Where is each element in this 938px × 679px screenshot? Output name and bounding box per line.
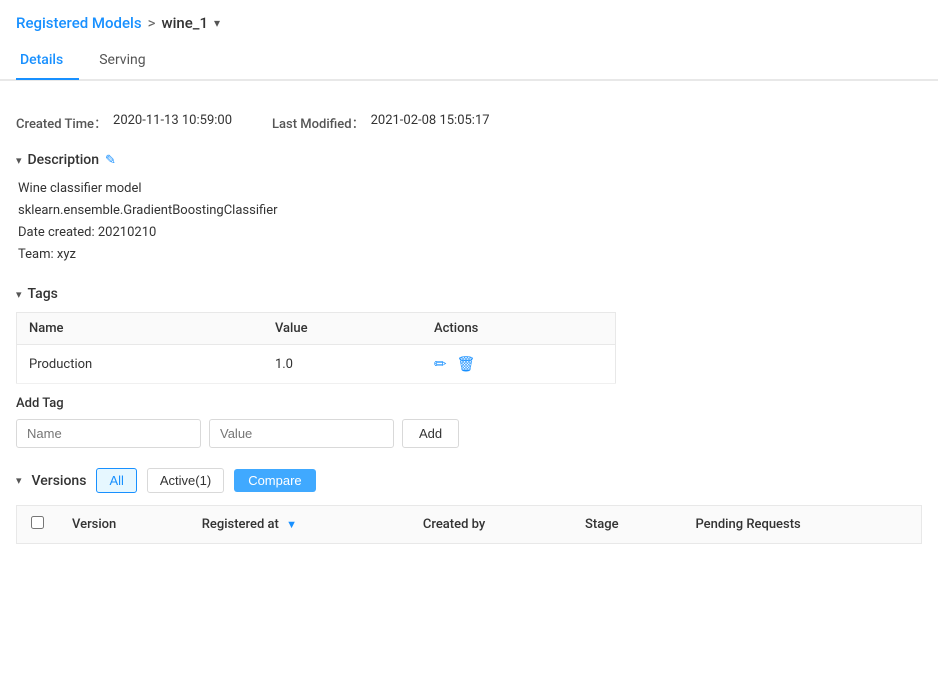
tab-serving[interactable]: Serving: [95, 44, 161, 80]
description-line-1: Wine classifier model: [18, 178, 922, 200]
breadcrumb-parent-link[interactable]: Registered Models: [16, 14, 142, 32]
description-line-4: Team: xyz: [18, 244, 922, 266]
created-time: Created Time： 2020-11-13 10:59:00: [16, 113, 232, 132]
add-tag-label: Add Tag: [16, 396, 922, 411]
header: Registered Models > wine_1 ▾: [0, 0, 938, 32]
modified-value: 2021-02-08 15:05:17: [371, 113, 490, 132]
versions-table: Version Registered at ▼ Created by Stage…: [16, 505, 922, 544]
tags-title: Tags: [28, 286, 58, 302]
description-content: Wine classifier model sklearn.ensemble.G…: [18, 178, 922, 266]
description-title: Description: [28, 152, 100, 168]
tag-value-input[interactable]: [209, 419, 394, 448]
created-value: 2020-11-13 10:59:00: [113, 113, 232, 132]
tags-col-value: Value: [263, 313, 422, 345]
created-label: Created Time：: [16, 113, 107, 132]
tag-actions-cell: ✏ 🗑: [422, 345, 615, 384]
breadcrumb-current: wine_1: [161, 14, 208, 32]
select-all-checkbox[interactable]: [31, 516, 44, 529]
versions-col-created-by: Created by: [409, 506, 571, 544]
tabs-divider: [0, 80, 938, 81]
versions-col-checkbox: [17, 506, 59, 544]
description-toggle-icon[interactable]: ▾: [16, 154, 22, 167]
meta-row: Created Time： 2020-11-13 10:59:00 Last M…: [16, 113, 922, 132]
model-dropdown-icon[interactable]: ▾: [214, 16, 220, 30]
breadcrumb: Registered Models > wine_1 ▾: [16, 14, 220, 32]
breadcrumb-separator: >: [148, 14, 156, 32]
versions-col-pending: Pending Requests: [681, 506, 921, 544]
description-line-3: Date created: 20210210: [18, 222, 922, 244]
description-edit-icon[interactable]: ✎: [105, 153, 116, 168]
tag-name-input[interactable]: [16, 419, 201, 448]
tabs-container: Details Serving: [0, 44, 938, 80]
add-tag-row: Add: [16, 419, 922, 448]
tags-toggle-icon[interactable]: ▾: [16, 288, 22, 301]
versions-toggle-icon[interactable]: ▾: [16, 474, 22, 487]
versions-col-stage: Stage: [571, 506, 681, 544]
description-line-2: sklearn.ensemble.GradientBoostingClassif…: [18, 200, 922, 222]
description-section: ▾ Description ✎ Wine classifier model sk…: [16, 152, 922, 266]
compare-button[interactable]: Compare: [234, 469, 315, 492]
action-icons-container: ✏ 🗑: [434, 355, 603, 373]
tag-value-cell: 1.0: [263, 345, 422, 384]
edit-tag-icon[interactable]: ✏: [434, 355, 447, 373]
tab-details[interactable]: Details: [16, 44, 79, 80]
versions-header-row: Version Registered at ▼ Created by Stage…: [17, 506, 922, 544]
tags-header: ▾ Tags: [16, 286, 922, 302]
sort-icon[interactable]: ▼: [286, 518, 297, 531]
modified-time: Last Modified： 2021-02-08 15:05:17: [272, 113, 490, 132]
add-tag-button[interactable]: Add: [402, 419, 459, 448]
versions-title: Versions: [32, 473, 87, 489]
delete-tag-icon[interactable]: 🗑: [457, 355, 476, 373]
filter-active-button[interactable]: Active(1): [147, 468, 224, 493]
versions-col-registered-at: Registered at ▼: [188, 506, 409, 544]
tags-col-actions: Actions: [422, 313, 615, 345]
table-row: Production 1.0 ✏ 🗑: [17, 345, 616, 384]
tags-col-name: Name: [17, 313, 263, 345]
versions-header: ▾ Versions All Active(1) Compare: [16, 468, 922, 493]
description-header: ▾ Description ✎: [16, 152, 922, 168]
modified-label: Last Modified：: [272, 113, 365, 132]
main-content: Created Time： 2020-11-13 10:59:00 Last M…: [0, 97, 938, 580]
tags-section: ▾ Tags Name Value Actions Production 1.0…: [16, 286, 922, 448]
versions-col-version: Version: [58, 506, 188, 544]
versions-section: ▾ Versions All Active(1) Compare Version…: [16, 468, 922, 544]
tag-name-cell: Production: [17, 345, 263, 384]
tags-table-header-row: Name Value Actions: [17, 313, 616, 345]
filter-all-button[interactable]: All: [96, 468, 136, 493]
tags-table: Name Value Actions Production 1.0 ✏ 🗑: [16, 312, 616, 384]
